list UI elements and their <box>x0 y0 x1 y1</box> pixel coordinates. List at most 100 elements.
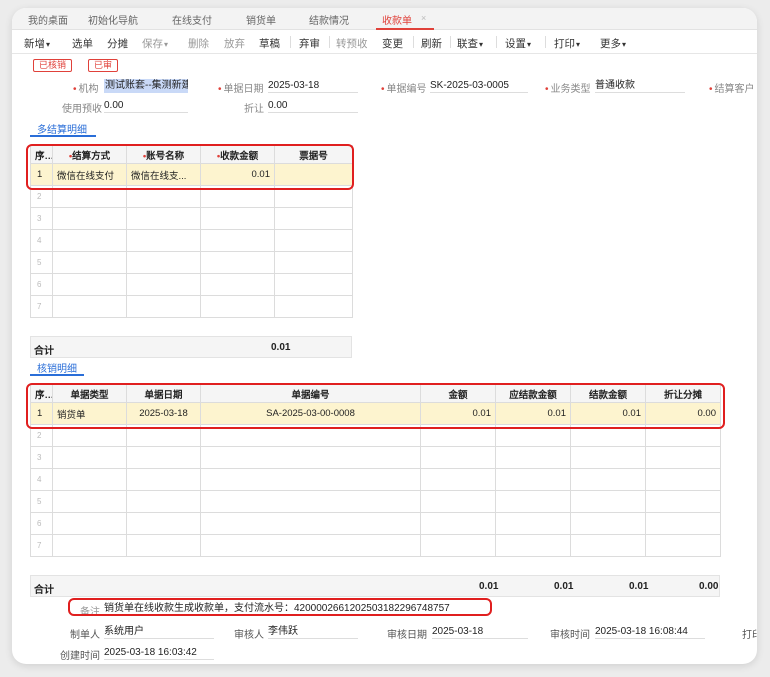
row-index: 3 <box>30 446 53 469</box>
verified-badge: 已核销 <box>33 59 73 72</box>
account-cell[interactable]: 微信在线支... <box>126 163 201 186</box>
row-index: 5 <box>30 490 53 513</box>
writeoff-table: 序号 单据类型 单据日期 单据编号 金额 应结款金额 结款金额 折让分摊 1 销… <box>30 384 721 557</box>
print-label: 打印 <box>742 630 757 641</box>
table-row[interactable]: 3 <box>30 446 721 469</box>
column-header: 序号 <box>30 145 53 164</box>
due-amount-cell[interactable]: 0.01 <box>495 402 571 425</box>
save-button[interactable]: 保存▾ <box>142 36 168 51</box>
discount-share-cell[interactable]: 0.00 <box>645 402 721 425</box>
audit-time-label: 审核时间 <box>550 630 590 641</box>
total-amount: 0.01 <box>271 342 291 353</box>
print-button[interactable]: 打印▾ <box>554 36 580 51</box>
column-header: 序号 <box>30 384 53 403</box>
ticket-cell[interactable] <box>274 163 353 186</box>
code-field[interactable]: SK-2025-03-0005 <box>430 79 528 93</box>
paid-amount-cell[interactable]: 0.01 <box>570 402 646 425</box>
table-row[interactable]: 2 <box>30 424 721 447</box>
total-due: 0.01 <box>554 581 574 592</box>
split-button[interactable]: 分摊 <box>107 36 128 51</box>
tab-init-nav[interactable]: 初始化导航 <box>88 12 138 27</box>
table-row[interactable]: 7 <box>30 295 353 318</box>
row-index: 5 <box>30 251 53 274</box>
date-field[interactable]: 2025-03-18 <box>268 79 358 93</box>
tab-settlement-status[interactable]: 结款情况 <box>309 12 349 27</box>
row-index: 7 <box>30 295 53 318</box>
row-index: 4 <box>30 229 53 252</box>
column-header: 单据日期 <box>126 384 201 403</box>
table-row[interactable]: 4 <box>30 468 721 491</box>
to-prepay-button[interactable]: 转预收 <box>336 36 368 51</box>
more-button[interactable]: 更多▾ <box>600 36 626 51</box>
table-row[interactable]: 2 <box>30 185 353 208</box>
select-order-button[interactable]: 选单 <box>72 36 93 51</box>
settings-button[interactable]: 设置▾ <box>505 36 531 51</box>
toolbar-divider <box>545 36 546 48</box>
prepay-label: 使用预收 <box>62 104 102 115</box>
code-label: • 单据编号 <box>381 84 427 95</box>
total-paid: 0.01 <box>629 581 649 592</box>
remark-field[interactable]: 销货单在线收款生成收款单，支付流水号：420000266120250318229… <box>104 602 450 616</box>
table-row[interactable]: 1 销货单 2025-03-18 SA-2025-03-00-0008 0.01… <box>30 402 721 425</box>
doc-code-link[interactable]: SA-2025-03-00-0008 <box>200 402 421 425</box>
column-header: 金额 <box>420 384 496 403</box>
org-label: • 机构 <box>73 84 99 95</box>
settle-method-cell[interactable]: 微信在线支付 <box>52 163 127 186</box>
table-row[interactable]: 7 <box>30 534 721 557</box>
table-row[interactable]: 6 <box>30 512 721 535</box>
close-icon[interactable]: × <box>421 13 426 23</box>
refresh-button[interactable]: 刷新 <box>421 36 442 51</box>
doc-type-cell[interactable]: 销货单 <box>52 402 127 425</box>
column-header: 单据编号 <box>200 384 421 403</box>
toolbar-divider <box>450 36 451 48</box>
biztype-field[interactable]: 普通收款 <box>595 79 685 93</box>
chevron-down-icon: ▾ <box>576 40 581 49</box>
doc-date-cell[interactable]: 2025-03-18 <box>126 402 201 425</box>
discard-button[interactable]: 放弃 <box>224 36 245 51</box>
change-button[interactable]: 变更 <box>382 36 403 51</box>
tab-desktop[interactable]: 我的桌面 <box>28 12 68 27</box>
total-label: 合计 <box>34 346 54 357</box>
table-row[interactable]: 5 <box>30 251 353 274</box>
customer-label: • 结算客户 <box>709 84 755 95</box>
column-header: 应结款金额 <box>495 384 571 403</box>
row-index: 2 <box>30 185 53 208</box>
tab-bar: 我的桌面 初始化导航 在线支付 销货单 结款情况 收款单 × <box>12 8 757 30</box>
toolbar-divider <box>413 36 414 48</box>
column-header: 票据号 <box>274 145 353 164</box>
table-row[interactable]: 3 <box>30 207 353 230</box>
tab-online-pay[interactable]: 在线支付 <box>172 12 212 27</box>
table-row[interactable]: 5 <box>30 490 721 513</box>
settlement-total-row: 合计 0.01 <box>30 336 352 358</box>
tab-receipt[interactable]: 收款单 <box>382 12 412 27</box>
amount-cell[interactable]: 0.01 <box>200 163 275 186</box>
audit-date-label: 审核日期 <box>387 630 427 641</box>
unaudit-button[interactable]: 弃审 <box>299 36 320 51</box>
toolbar-divider <box>496 36 497 48</box>
amount-cell[interactable]: 0.01 <box>420 402 496 425</box>
section-indicator <box>30 374 84 376</box>
draft-button[interactable]: 草稿 <box>259 36 280 51</box>
table-header: 序号 单据类型 单据日期 单据编号 金额 应结款金额 结款金额 折让分摊 <box>30 384 721 403</box>
row-index: 6 <box>30 273 53 296</box>
add-button[interactable]: 新增▾ <box>24 36 50 51</box>
table-row[interactable]: 6 <box>30 273 353 296</box>
prepay-field[interactable]: 0.00 <box>104 99 188 113</box>
table-row[interactable]: 1 微信在线支付 微信在线支... 0.01 <box>30 163 353 186</box>
org-field[interactable]: 测试账套--集测新建 <box>104 79 188 93</box>
query-button[interactable]: 联查▾ <box>457 36 483 51</box>
delete-button[interactable]: 删除 <box>188 36 209 51</box>
table-row[interactable]: 4 <box>30 229 353 252</box>
column-header: •结算方式 <box>52 145 127 164</box>
settlement-table: 序号 •结算方式 •账号名称 •收款金额 票据号 1 微信在线支付 微信在线支.… <box>30 145 353 318</box>
tab-sales-order[interactable]: 销货单 <box>246 12 276 27</box>
discount-field[interactable]: 0.00 <box>268 99 358 113</box>
total-amount: 0.01 <box>479 581 499 592</box>
row-index: 2 <box>30 424 53 447</box>
settlement-section-title[interactable]: 多结算明细 <box>37 121 87 136</box>
section-indicator <box>30 135 96 137</box>
row-index: 6 <box>30 512 53 535</box>
writeoff-section-title[interactable]: 核销明细 <box>37 360 77 375</box>
total-label: 合计 <box>34 585 54 596</box>
created-field: 2025-03-18 16:03:42 <box>104 646 214 660</box>
